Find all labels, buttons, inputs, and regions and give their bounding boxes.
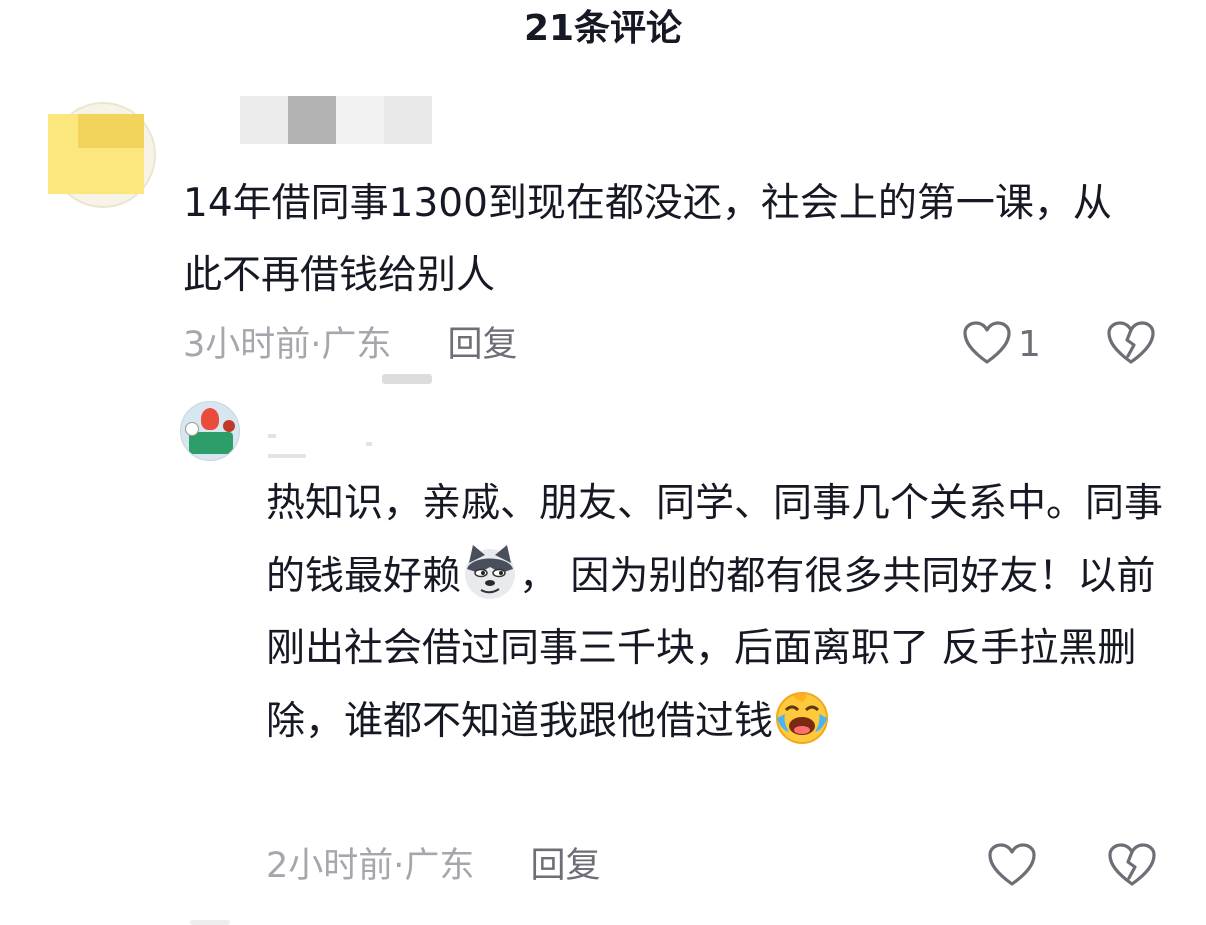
avatar-mosaic-block <box>78 114 144 148</box>
reply-button[interactable]: 回复 <box>530 843 600 889</box>
comment-time: 3小时前 <box>183 325 311 365</box>
broken-heart-icon <box>1107 843 1157 892</box>
heart-outline-icon <box>962 320 1012 370</box>
comment-text[interactable]: 热知识，亲戚、朋友、同学、同事几个关系中。同事的钱最好赖 ， 因为别的都有很多共… <box>266 468 1166 758</box>
username-redacted[interactable] <box>268 434 374 460</box>
like-button[interactable]: 1 <box>962 320 1041 370</box>
meta-separator: · <box>310 325 322 365</box>
redacted-strip <box>382 374 432 384</box>
avatar[interactable] <box>180 401 240 461</box>
dislike-button[interactable] <box>1107 842 1157 892</box>
avatar[interactable] <box>48 102 156 210</box>
like-count: 1 <box>1018 324 1041 365</box>
sly-wolf-emoji <box>461 543 519 601</box>
comment-text[interactable]: 14年借同事1300到现在都没还，社会上的第一课，从此不再借钱给别人 <box>183 168 1113 312</box>
comments-panel: 21条评论 14年借同事1300到现在都没还，社会上的第一课，从此不再借钱给别人… <box>0 0 1206 925</box>
comment-meta: 2小时前 · 广东 回复 <box>266 843 600 889</box>
like-button[interactable] <box>987 842 1037 892</box>
comments-count-title: 21条评论 <box>523 8 683 49</box>
heart-outline-icon <box>987 843 1037 892</box>
broken-heart-icon <box>1106 321 1156 370</box>
comment-location: 广东 <box>404 846 475 886</box>
reply-button[interactable]: 回复 <box>447 322 517 368</box>
meta-separator: · <box>393 846 405 886</box>
next-avatar-edge <box>190 920 230 925</box>
comment-meta: 3小时前 · 广东 回复 <box>183 322 517 368</box>
username-redacted[interactable] <box>240 96 432 144</box>
comment-time: 2小时前 <box>266 846 394 886</box>
crying-laughing-emoji <box>773 688 831 746</box>
dislike-button[interactable] <box>1106 320 1156 370</box>
comment-location: 广东 <box>321 325 392 365</box>
